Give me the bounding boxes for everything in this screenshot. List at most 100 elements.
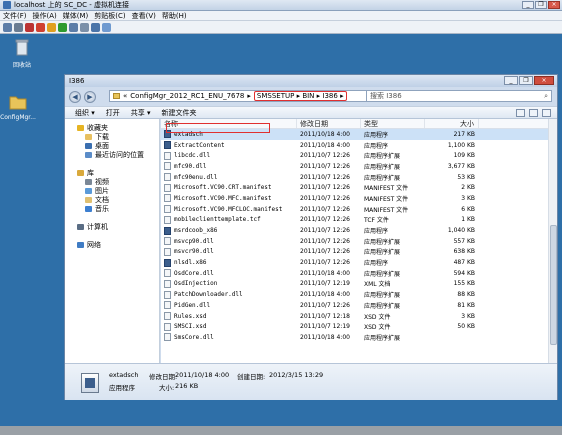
document-file-icon [164, 205, 171, 214]
nav-item[interactable]: 计算机 [65, 222, 159, 231]
file-row[interactable]: msvcr90.dll 2011/10/7 12:26 应用程序扩展 638 KB [161, 247, 548, 258]
file-name-cell: Microsoft.VC90.CRT.manifest [161, 183, 297, 192]
nav-item[interactable]: 库 [65, 168, 159, 177]
file-row[interactable]: PidGen.dll 2011/10/7 12:26 应用程序扩展 81 KB [161, 300, 548, 311]
close-button[interactable]: × [548, 1, 560, 9]
play-icon[interactable] [58, 22, 67, 32]
document-file-icon [164, 312, 171, 321]
enhanced-session-icon[interactable] [102, 22, 111, 32]
file-size: 3,677 KB [447, 162, 475, 170]
file-size: 3 KB [461, 194, 475, 202]
file-row[interactable]: Rules.xsd 2011/10/7 12:18 XSD 文件 3 KB [161, 311, 548, 322]
file-row[interactable]: mfc90.dll 2011/10/7 12:26 应用程序扩展 3,677 KB [161, 161, 548, 172]
file-name-cell: SMSCI.xsd [161, 322, 297, 331]
menu-media[interactable]: 媒体(M) [63, 11, 89, 21]
column-header-type[interactable]: 类型 [361, 119, 425, 128]
document-file-icon [164, 215, 171, 224]
breadcrumb-overflow[interactable]: « [123, 92, 127, 100]
file-row[interactable]: PatchDownloader.dll 2011/10/18 4:00 应用程序扩展… [161, 289, 548, 300]
back-button[interactable]: ◀ [69, 90, 81, 103]
column-header-size[interactable]: 大小 [425, 119, 479, 128]
reset-icon[interactable] [69, 22, 78, 32]
breadcrumb-separator[interactable]: ▸ [247, 92, 251, 100]
file-date: 2011/10/7 12:26 [300, 184, 350, 192]
start-icon[interactable] [14, 22, 23, 32]
restore-button[interactable]: ❐ [535, 1, 547, 9]
vertical-scrollbar[interactable] [548, 119, 557, 363]
menu-view[interactable]: 查看(V) [132, 11, 156, 21]
open-button[interactable]: 打开 [106, 108, 120, 118]
breadcrumb-bin[interactable]: BIN [302, 92, 314, 100]
file-type: 应用程序扩展 [364, 334, 401, 342]
file-row[interactable]: libcdc.dll 2011/10/7 12:26 应用程序扩展 109 KB [161, 150, 548, 161]
nav-item[interactable]: 视频 [65, 177, 159, 186]
nav-item[interactable]: 图片 [65, 186, 159, 195]
file-row[interactable]: SMSCI.xsd 2011/10/7 12:19 XSD 文件 50 KB [161, 321, 548, 332]
search-icon[interactable]: ⌕ [544, 92, 548, 101]
address-bar[interactable]: « ConfigMgr_2012_RC1_ENU_7678 ▸ SMSSETUP… [109, 90, 367, 102]
file-row[interactable]: Microsoft.VC90.CRT.manifest 2011/10/7 12:… [161, 182, 548, 193]
new-folder-button[interactable]: 新建文件夹 [162, 108, 197, 118]
view-options-icon[interactable] [516, 109, 525, 117]
help-icon[interactable] [542, 109, 551, 117]
file-date: 2011/10/7 12:19 [300, 280, 350, 288]
menu-action[interactable]: 操作(A) [33, 11, 57, 21]
file-row[interactable]: SmsCore.dll 2011/10/18 4:00 应用程序扩展 [161, 332, 548, 343]
file-row[interactable]: msrdcoob_x86 2011/10/7 12:26 应用程序 1,040 KB [161, 225, 548, 236]
menu-file[interactable]: 文件(F) [3, 11, 27, 21]
scrollbar-thumb[interactable] [550, 225, 557, 345]
breadcrumb-separator[interactable]: ▸ [297, 92, 301, 100]
file-row[interactable]: Microsoft.VC90.MFCLOC.manifest 2011/10/7 … [161, 204, 548, 215]
file-date: 2011/10/18 4:00 [300, 141, 350, 149]
recycle-bin-shortcut[interactable]: 回收站 [2, 38, 42, 69]
explorer-minimize-button[interactable]: _ [504, 76, 518, 85]
nav-item[interactable]: 网络 [65, 240, 159, 249]
menu-clipboard[interactable]: 剪贴板(C) [94, 11, 125, 21]
explorer-restore-button[interactable]: ❐ [519, 76, 533, 85]
file-row[interactable]: Microsoft.VC90.MFC.manifest 2011/10/7 12:… [161, 193, 548, 204]
file-row[interactable]: mobileclienttemplate.tcf 2011/10/7 12:26 T… [161, 215, 548, 226]
file-name: msvcp90.dll [174, 237, 214, 245]
file-row[interactable]: OsdInjection 2011/10/7 12:19 XML 文档 155 KB [161, 279, 548, 290]
shutdown-icon[interactable] [36, 22, 45, 32]
share-button[interactable]: 共享 ▾ [131, 108, 151, 118]
menu-help[interactable]: 帮助(H) [162, 11, 187, 21]
pause-icon[interactable] [47, 22, 56, 32]
details-filetype: 应用程序 [109, 384, 135, 392]
file-name: mfc90.dll [174, 162, 207, 170]
ctrl-alt-del-icon[interactable] [3, 22, 12, 32]
turn-off-icon[interactable] [25, 22, 34, 32]
file-row[interactable]: ExtractContent 2011/10/18 4:00 应用程序 1,100 K… [161, 140, 548, 151]
file-row[interactable]: msvcp90.dll 2011/10/7 12:26 应用程序扩展 557 KB [161, 236, 548, 247]
file-name: Microsoft.VC90.CRT.manifest [174, 184, 272, 192]
file-row[interactable]: nlsdl.x86 2011/10/7 12:26 应用程序 487 KB [161, 257, 548, 268]
nav-item[interactable]: 文档 [65, 195, 159, 204]
nav-item[interactable]: 音乐 [65, 204, 159, 213]
file-name: SMSCI.xsd [174, 323, 207, 331]
revert-icon[interactable] [91, 22, 100, 32]
file-date: 2011/10/7 12:26 [300, 301, 350, 309]
breadcrumb-configmgr[interactable]: ConfigMgr_2012_RC1_ENU_7678 [130, 92, 244, 100]
breadcrumb-separator[interactable]: ▸ [317, 92, 321, 100]
organize-button[interactable]: 组织 ▾ [75, 108, 95, 118]
nav-item[interactable]: 收藏夹 [65, 123, 159, 132]
breadcrumb-i386[interactable]: I386 [322, 92, 337, 100]
vm-connection-icon [3, 1, 11, 9]
preview-pane-icon[interactable] [529, 109, 538, 117]
nav-item[interactable]: 最近访问的位置 [65, 150, 159, 159]
explorer-close-button[interactable]: × [534, 76, 554, 85]
file-row[interactable]: OsdCore.dll 2011/10/18 4:00 应用程序扩展 594 KB [161, 268, 548, 279]
file-size: 217 KB [453, 130, 475, 138]
configmgr-folder-shortcut[interactable]: ConfigMgr... [0, 94, 38, 121]
file-type: 应用程序扩展 [364, 163, 401, 171]
search-input[interactable]: 搜索 I386 ⌕ [366, 90, 552, 102]
nav-item[interactable]: 下载 [65, 132, 159, 141]
column-header-date[interactable]: 修改日期 [297, 119, 361, 128]
breadcrumb-smssetup[interactable]: SMSSETUP [257, 92, 294, 100]
forward-button[interactable]: ▶ [84, 90, 96, 103]
file-row[interactable]: mfc90enu.dll 2011/10/7 12:26 应用程序扩展 53 KB [161, 172, 548, 183]
breadcrumb-separator[interactable]: ▸ [340, 92, 344, 100]
minimize-button[interactable]: _ [522, 1, 534, 9]
snapshot-icon[interactable] [80, 22, 89, 32]
address-row: ◀ ▶ « ConfigMgr_2012_RC1_ENU_7678 ▸ SMSS… [65, 87, 557, 106]
